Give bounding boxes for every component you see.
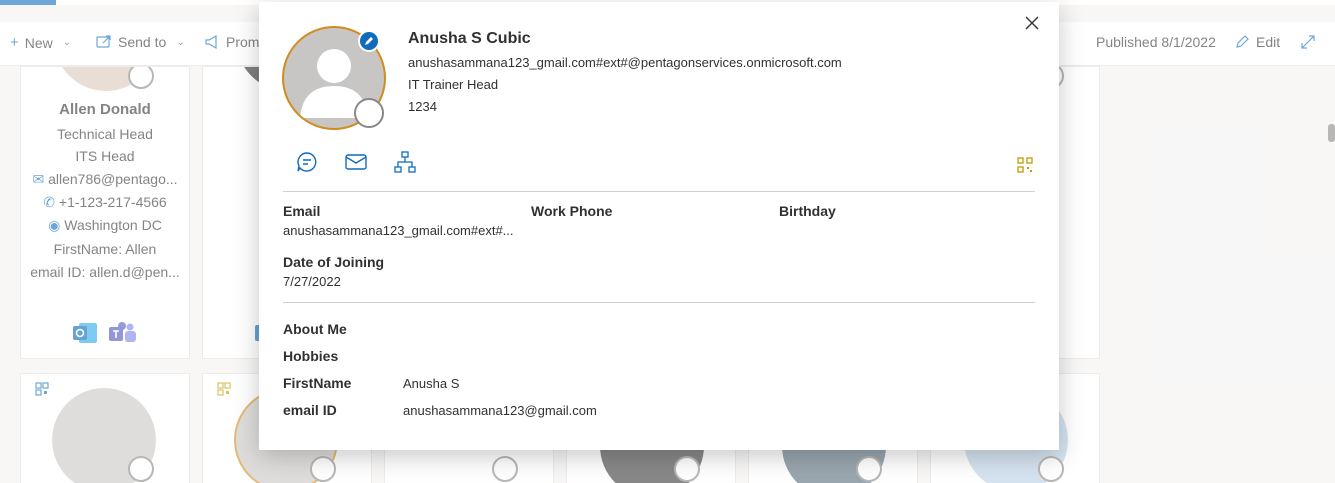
- profile-extension: 1234: [408, 99, 437, 114]
- divider: [283, 191, 1035, 192]
- mail-icon[interactable]: [344, 150, 368, 174]
- profile-dialog: Anusha S Cubic anushasammana123_gmail.co…: [259, 2, 1059, 450]
- email-id-value: anushasammana123@gmail.com: [403, 403, 597, 418]
- profile-actions: [295, 150, 417, 174]
- profile-email[interactable]: anushasammana123_gmail.com#ext#@pentagon…: [408, 55, 842, 70]
- profile-name: Anusha S Cubic: [408, 30, 531, 47]
- chat-icon[interactable]: [295, 150, 319, 174]
- profile-job-title: IT Trainer Head: [408, 77, 499, 92]
- edit-photo-button[interactable]: [358, 30, 380, 52]
- org-chart-icon[interactable]: [393, 150, 417, 174]
- close-icon[interactable]: [1021, 12, 1043, 34]
- qr-code-icon[interactable]: [1017, 157, 1033, 173]
- email-value[interactable]: anushasammana123_gmail.com#ext#...: [283, 223, 514, 238]
- doj-value: 7/27/2022: [283, 274, 341, 289]
- firstname-value: Anusha S: [403, 376, 460, 391]
- presence-indicator: [354, 98, 384, 128]
- edit-photo-icon: [365, 37, 373, 45]
- divider: [283, 302, 1035, 303]
